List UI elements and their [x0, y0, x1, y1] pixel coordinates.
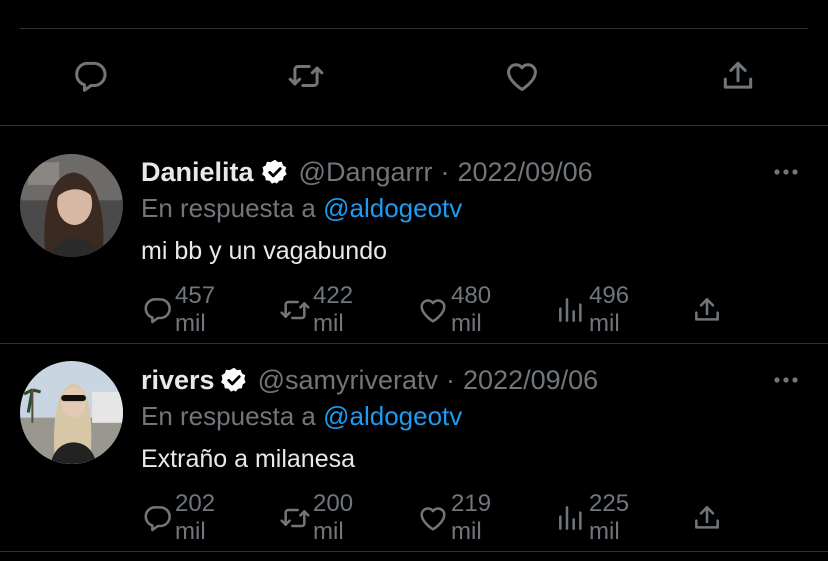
reply-mention-link[interactable]: @aldogeotv — [323, 193, 462, 223]
avatar[interactable] — [20, 361, 123, 464]
like-icon — [417, 502, 451, 534]
reply-mention-link[interactable]: @aldogeotv — [323, 401, 462, 431]
reply-icon — [141, 294, 175, 326]
retweet-count: 200 mil — [313, 490, 354, 545]
retweet-count-button[interactable]: 422 mil — [279, 282, 353, 337]
share-button[interactable] — [712, 50, 764, 102]
reply-icon — [75, 61, 107, 92]
share-icon — [723, 61, 753, 89]
verified-badge-icon — [261, 158, 289, 186]
author-handle[interactable]: @Dangarrr — [299, 157, 433, 188]
divider — [0, 551, 828, 552]
reply-prefix: En respuesta a — [141, 193, 316, 223]
reply-count: 202 mil — [175, 490, 216, 545]
views-count: 496 mil — [589, 282, 630, 337]
reply-context: En respuesta a @aldogeotv — [141, 401, 462, 432]
divider — [0, 343, 828, 344]
retweet-icon — [279, 294, 313, 326]
share-button[interactable] — [691, 501, 725, 535]
tweet-text: mi bb y un vagabundo — [141, 237, 388, 265]
views-count-button[interactable]: 496 mil — [555, 282, 629, 337]
tweet-header: Danielita @Dangarrr · 2022/09/06 — [141, 155, 593, 189]
more-dots-icon — [774, 169, 798, 175]
views-icon — [555, 294, 589, 326]
reply-count-button[interactable]: 202 mil — [141, 490, 215, 545]
author-name[interactable]: rivers — [141, 365, 215, 396]
like-count-button[interactable]: 219 mil — [417, 490, 491, 545]
tweet-header: rivers @samyriveratv · 2022/09/06 — [141, 363, 598, 397]
divider — [0, 125, 828, 126]
tweet-text: Extraño a milanesa — [141, 445, 356, 473]
more-dots-icon — [774, 377, 798, 383]
author-name[interactable]: Danielita — [141, 157, 254, 188]
main-tweet-action-bar — [0, 50, 828, 102]
like-button[interactable] — [496, 50, 548, 102]
retweet-icon — [279, 502, 313, 534]
retweet-icon — [288, 64, 324, 88]
reply-context: En respuesta a @aldogeotv — [141, 193, 462, 224]
reply-icon — [141, 502, 175, 534]
views-icon — [555, 502, 589, 534]
retweet-count: 422 mil — [313, 282, 354, 337]
share-button[interactable] — [691, 293, 725, 327]
tweet-date[interactable]: 2022/09/06 — [463, 365, 598, 396]
retweet-count-button[interactable]: 200 mil — [279, 490, 353, 545]
more-options-button[interactable] — [772, 373, 800, 387]
like-icon — [507, 63, 537, 91]
reply-count-button[interactable]: 457 mil — [141, 282, 215, 337]
views-count: 225 mil — [589, 490, 630, 545]
reply-prefix: En respuesta a — [141, 401, 316, 431]
more-options-button[interactable] — [772, 165, 800, 179]
reply-button[interactable] — [64, 50, 116, 102]
verified-badge-icon — [220, 366, 248, 394]
like-count-button[interactable]: 480 mil — [417, 282, 491, 337]
tweet-date[interactable]: 2022/09/06 — [458, 157, 593, 188]
separator-dot: · — [446, 364, 456, 395]
like-count: 480 mil — [451, 282, 492, 337]
share-icon — [691, 502, 725, 534]
retweet-button[interactable] — [280, 50, 332, 102]
reply-count: 457 mil — [175, 282, 216, 337]
views-count-button[interactable]: 225 mil — [555, 490, 629, 545]
author-handle[interactable]: @samyriveratv — [258, 365, 438, 396]
top-divider — [20, 28, 808, 29]
avatar[interactable] — [20, 154, 123, 257]
separator-dot: · — [440, 156, 450, 187]
like-count: 219 mil — [451, 490, 492, 545]
like-icon — [417, 294, 451, 326]
share-icon — [691, 294, 725, 326]
